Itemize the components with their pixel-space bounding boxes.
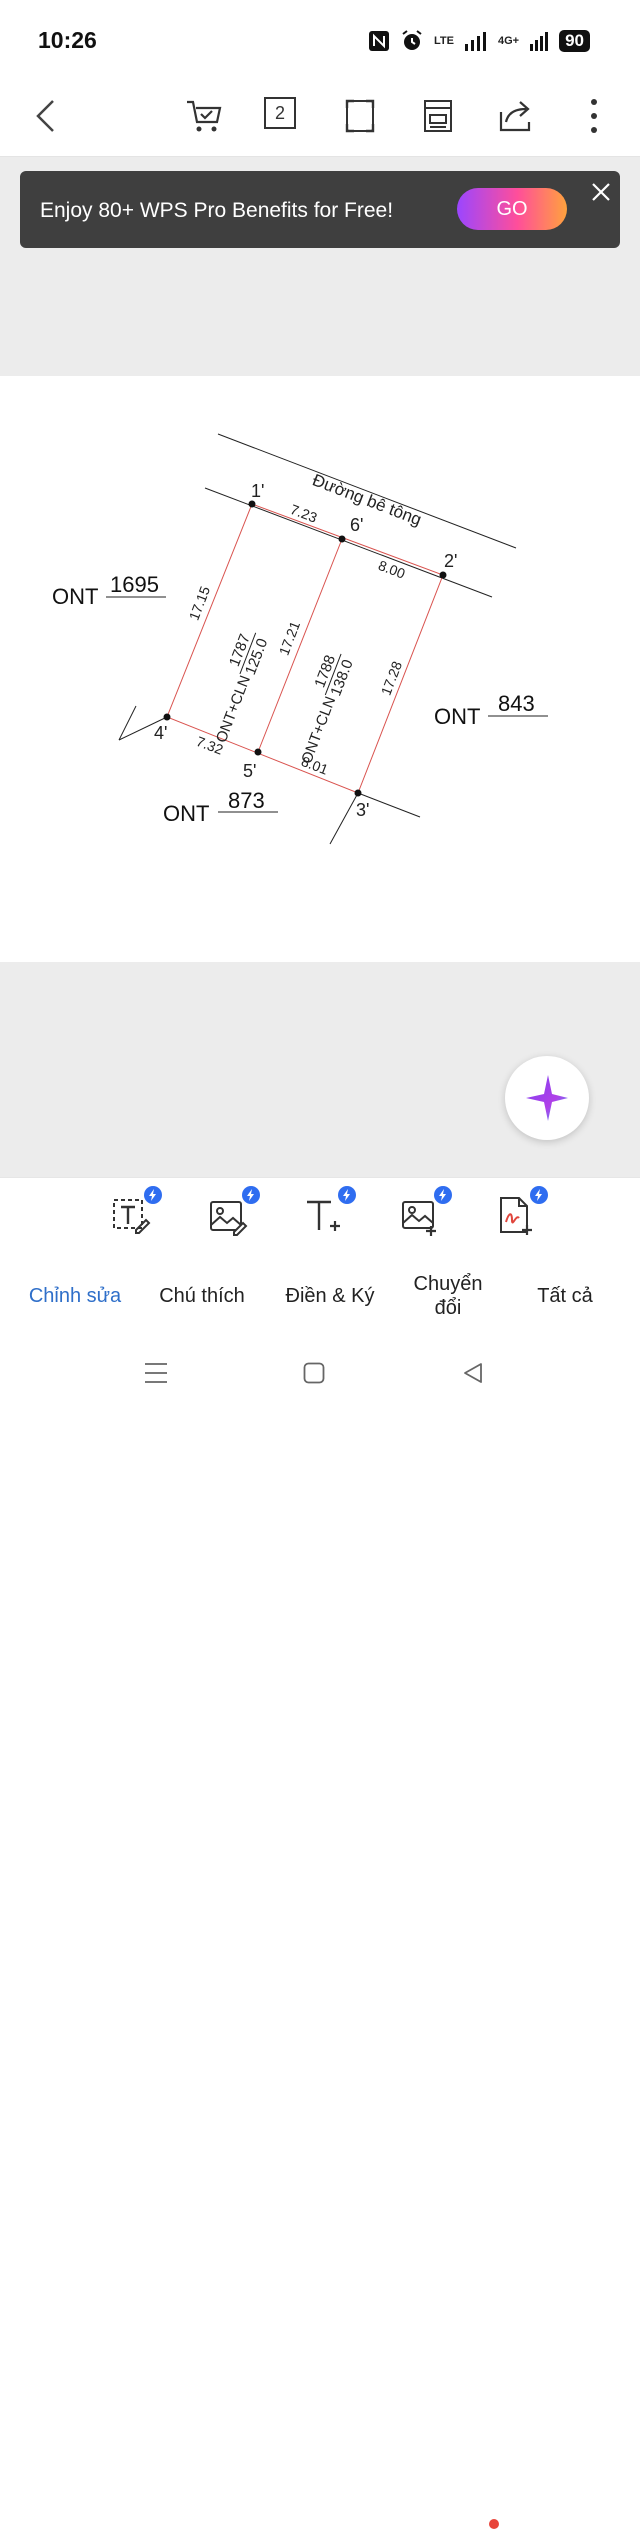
network-type-label: 4G+ (497, 35, 520, 47)
home-button[interactable] (297, 1356, 331, 1390)
neighbor-left-number: 1695 (110, 572, 159, 597)
lightning-icon (343, 1189, 350, 1201)
recent-apps-button[interactable] (139, 1356, 173, 1390)
pro-badge (530, 1186, 548, 1204)
page-count-label: 2 (274, 102, 285, 123)
tab-fill-sign[interactable]: Điền & Ký (270, 1256, 390, 1336)
ai-sparkle-icon (526, 1075, 568, 1121)
edge-length-6-2: 8.00 (376, 557, 407, 582)
neighbor-right-type: ONT (434, 704, 480, 729)
road-edge-line (204, 487, 493, 598)
back-triangle-icon (464, 1363, 482, 1383)
status-bar: 10:26 LTE 4G+ 90 (0, 0, 640, 80)
system-back-button[interactable] (456, 1356, 490, 1390)
vertex-2 (439, 571, 447, 579)
neighbor-bottom-number: 873 (228, 788, 265, 813)
lightning-icon (149, 1189, 156, 1201)
bottom-tabs: Chỉnh sửa Chú thích Điền & Ký Chuyển đổi… (0, 1256, 640, 2529)
signal-icon (464, 32, 486, 51)
tab-all[interactable]: Tất cả (512, 1256, 618, 1336)
lot-1787-label: ONT+CLN 1787 125.0 (213, 632, 272, 745)
vertex-5 (254, 748, 262, 756)
status-icons: LTE 4G+ 90 (368, 26, 590, 56)
share-icon (499, 101, 531, 132)
pro-badge (242, 1186, 260, 1204)
land-plot-diagram: Đường bê tông 1' 6' 2' 3' 5' 4' 7.23 8.0… (52, 433, 548, 845)
neighbor-bottom-type: ONT (163, 801, 209, 826)
neighbor-left-type: ONT (52, 584, 98, 609)
top-toolbar (0, 80, 640, 157)
vertex-label-2: 2' (444, 551, 457, 571)
reading-mode-button[interactable] (416, 94, 460, 138)
edit-image-tool[interactable] (206, 1186, 260, 1238)
neighbor-right-number: 843 (498, 691, 535, 716)
tab-annotate[interactable]: Chú thích (142, 1256, 262, 1336)
lightning-icon (535, 1189, 542, 1201)
back-button[interactable] (24, 94, 68, 138)
add-text-tool[interactable] (302, 1186, 356, 1238)
share-button[interactable] (494, 94, 538, 138)
pro-badge (144, 1186, 162, 1204)
pro-badge (338, 1186, 356, 1204)
back-arrow-icon (36, 100, 54, 132)
battery-level: 90 (559, 30, 590, 52)
fullscreen-icon (345, 99, 375, 133)
document-page: Đường bê tông 1' 6' 2' 3' 5' 4' 7.23 8.0… (0, 376, 640, 962)
promo-banner: Enjoy 80+ WPS Pro Benefits for Free! GO (20, 171, 620, 248)
menu-icon (145, 1363, 167, 1383)
document-view-icon (424, 100, 452, 132)
edit-text-tool[interactable] (108, 1186, 162, 1238)
pro-badge (434, 1186, 452, 1204)
vertex-label-4: 4' (154, 723, 167, 743)
edge-length-1-6: 7.23 (288, 501, 319, 526)
tab-edit[interactable]: Chỉnh sửa (14, 1256, 136, 1336)
promo-text: Enjoy 80+ WPS Pro Benefits for Free! (40, 199, 394, 222)
fill-sign-tool[interactable] (494, 1186, 548, 1238)
vertex-3 (354, 789, 362, 797)
vertex-label-5: 5' (243, 761, 256, 781)
shopping-cart-check-icon (187, 100, 222, 132)
add-image-tool[interactable] (398, 1186, 452, 1238)
lot-1788-name: ONT+CLN (298, 694, 339, 766)
page-count-button[interactable]: 2 (264, 97, 296, 129)
more-vertical-icon (591, 99, 597, 133)
vertex-label-1: 1' (251, 481, 264, 501)
notification-dot (489, 2519, 499, 2529)
lightning-icon (247, 1189, 254, 1201)
system-nav-bar (0, 1336, 640, 1409)
more-options-button[interactable] (572, 94, 616, 138)
ai-assistant-button[interactable] (505, 1056, 589, 1140)
lot-1788-label: ONT+CLN 1788 138.0 (298, 653, 357, 766)
tab-convert[interactable]: Chuyển đổi (400, 1256, 496, 1336)
road-label: Đường bê tông (310, 470, 424, 529)
cart-button[interactable] (182, 94, 226, 138)
close-icon[interactable] (590, 181, 612, 203)
volte-label: LTE (434, 34, 454, 47)
status-time: 10:26 (38, 27, 97, 53)
fullscreen-button[interactable] (338, 94, 382, 138)
alarm-icon (402, 30, 422, 50)
vertex-label-6: 6' (350, 515, 363, 535)
vertex-4 (163, 713, 171, 721)
lot-1787-name: ONT+CLN (213, 673, 254, 745)
edge-length-6-5: 17.21 (276, 619, 304, 658)
vertex-label-3: 3' (356, 800, 369, 820)
edit-tools-bar (0, 1177, 640, 1257)
vertex-6 (338, 535, 346, 543)
vertex-1 (248, 500, 256, 508)
lightning-icon (439, 1189, 446, 1201)
aux-line-4b (118, 705, 137, 741)
signal-icon-2 (530, 32, 549, 51)
edge-length-1-4: 17.15 (186, 584, 214, 623)
aux-line-3b (329, 792, 359, 845)
edge-length-2-3: 17.28 (378, 659, 406, 698)
promo-go-button[interactable]: GO (457, 188, 567, 230)
nfc-icon (369, 31, 389, 51)
home-square-icon (303, 1362, 325, 1384)
